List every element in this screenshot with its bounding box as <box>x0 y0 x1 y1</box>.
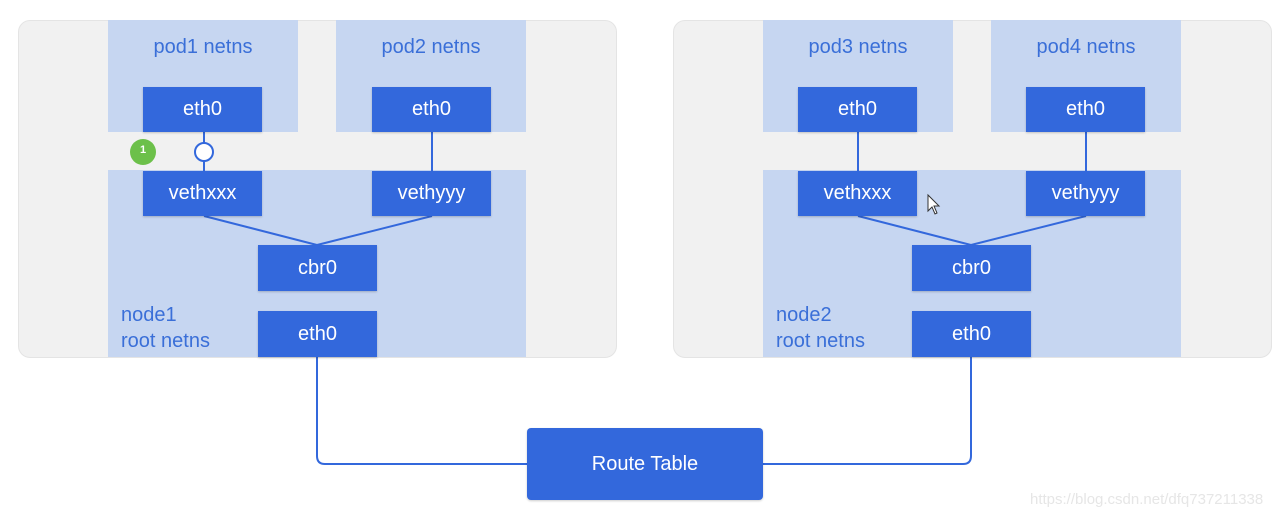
node1-vethyyy[interactable]: vethyyy <box>372 171 491 216</box>
link-vethyyy-cbr0-2 <box>970 215 1087 246</box>
mouse-cursor-icon <box>927 193 941 215</box>
link-node1-route <box>316 357 527 465</box>
pod1-eth0[interactable]: eth0 <box>143 87 262 132</box>
node2-vethyyy[interactable]: vethyyy <box>1026 171 1145 216</box>
watermark: https://blog.csdn.net/dfq737211338 <box>1030 491 1264 508</box>
link-vethxxx-cbr0 <box>203 215 318 246</box>
route-table[interactable]: Route Table <box>527 428 763 500</box>
node1-cbr0[interactable]: cbr0 <box>258 245 377 291</box>
pod3-eth0[interactable]: eth0 <box>798 87 917 132</box>
node2-eth0[interactable]: eth0 <box>912 311 1031 357</box>
node1-eth0[interactable]: eth0 <box>258 311 377 357</box>
step-badge: 1 <box>139 144 147 156</box>
node2-vethxxx[interactable]: vethxxx <box>798 171 917 216</box>
pod4-eth0[interactable]: eth0 <box>1026 87 1145 132</box>
link-node2-route <box>763 357 972 465</box>
link-vethyyy-cbr0 <box>316 215 433 246</box>
interface-circle <box>194 142 214 162</box>
link-vethxxx-cbr0-2 <box>857 215 972 246</box>
pod2-eth0[interactable]: eth0 <box>372 87 491 132</box>
node1-vethxxx[interactable]: vethxxx <box>143 171 262 216</box>
node2-cbr0[interactable]: cbr0 <box>912 245 1031 291</box>
